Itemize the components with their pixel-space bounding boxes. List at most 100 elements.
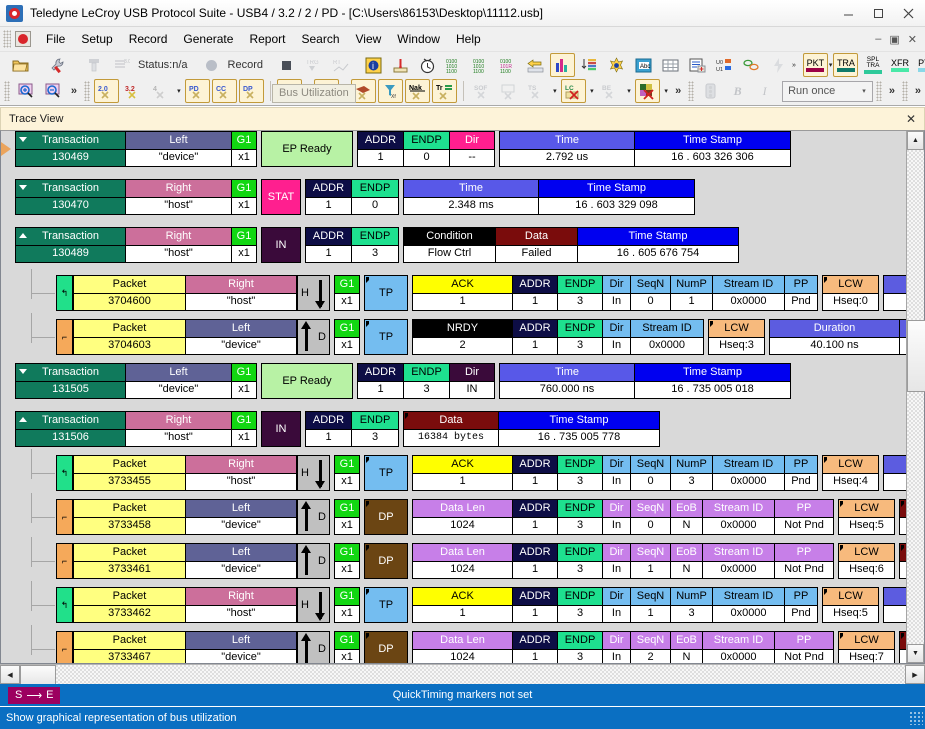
field-group[interactable]: 102 xyxy=(899,499,906,535)
field-group[interactable]: Time Time Stamp 760.000 ns 16 . 735 005 018 xyxy=(499,363,791,399)
zoom-out-button[interactable] xyxy=(41,79,66,103)
xfr-view-button[interactable]: XFR xyxy=(887,53,912,77)
ptp-view-button[interactable]: PTP xyxy=(914,53,925,77)
field-group[interactable]: Condition Data Time Stamp Flow Ctrl Failed 16… xyxy=(403,227,739,263)
transaction-row[interactable]: Transaction Left G1 130469 "device" x1 EP Read… xyxy=(15,131,795,169)
text-view-button[interactable]: Abc xyxy=(631,53,656,77)
menu-grip[interactable] xyxy=(3,30,11,48)
hide-nak-button[interactable]: Nak xyxy=(404,79,430,103)
packet-identity-block[interactable]: Packet Left 3733458 "device" xyxy=(73,499,297,535)
toolbar-grip-8[interactable] xyxy=(902,81,908,101)
horizontal-scroll-track[interactable] xyxy=(20,665,905,686)
record-button[interactable] xyxy=(199,53,224,77)
filter-usb4-button[interactable]: 4 xyxy=(148,79,173,103)
field-group[interactable]: ADDR ENDP Dir 1 0 -- xyxy=(357,131,495,167)
toolbar-overflow-4[interactable]: » xyxy=(911,85,925,97)
bus-utilization-button[interactable] xyxy=(550,53,576,77)
field-group[interactable]: 102 xyxy=(899,631,906,663)
wrench-settings-button[interactable] xyxy=(45,53,70,77)
binary-view-button[interactable]: 0100 1010 1100 xyxy=(442,53,467,77)
toolbar-overflow-2[interactable]: » xyxy=(671,85,685,97)
transaction-identity-block[interactable]: Transaction Right G1 130470 "host" x1 xyxy=(15,179,257,215)
scroll-up-button[interactable]: ▲ xyxy=(907,131,924,150)
data-levels-button[interactable] xyxy=(577,53,602,77)
vertical-scroll-track[interactable] xyxy=(907,150,925,644)
realtime-button[interactable]: RT xyxy=(328,53,353,77)
menu-help[interactable]: Help xyxy=(448,29,489,49)
packet-identity-block[interactable]: Packet Left 3733461 "device" xyxy=(73,543,297,579)
packet-identity-block[interactable]: Packet Left 3704603 "device" xyxy=(73,319,297,355)
menu-record[interactable]: Record xyxy=(121,29,176,49)
menu-window[interactable]: Window xyxy=(389,29,448,49)
toolbar-overflow-3[interactable]: » xyxy=(885,85,899,97)
field-group[interactable]: ACK ADDR ENDP Dir SeqN NumP Stream ID PP 1 1 3 In 0 3… xyxy=(412,455,818,491)
trace-rows-container[interactable]: Transaction Left G1 130469 "device" x1 EP Read… xyxy=(1,131,906,663)
field-group[interactable]: LCW Hseq:5 xyxy=(838,499,895,535)
italic-button[interactable]: I xyxy=(752,79,777,103)
filter-dp-button[interactable]: DP xyxy=(238,79,264,103)
menu-generate[interactable]: Generate xyxy=(175,29,241,49)
field-group[interactable]: ACK ADDR ENDP Dir SeqN NumP Stream ID PP 1 1 3 In 1 3… xyxy=(412,587,818,623)
binary-decode-button[interactable]: 0100 101R 1100 xyxy=(496,53,521,77)
field-group[interactable]: LCW Hseq:7 xyxy=(838,631,895,663)
stop-button[interactable] xyxy=(274,53,299,77)
filter-pd-button[interactable]: PD xyxy=(184,79,210,103)
power-button[interactable] xyxy=(766,53,791,77)
field-group[interactable]: LCW Hseq:6 xyxy=(838,543,895,579)
mdi-restore-button[interactable]: ▣ xyxy=(885,33,903,46)
field-group[interactable]: Time Time Stamp 2.348 ms 16 . 603 329 098 xyxy=(403,179,695,215)
vertical-scroll-thumb[interactable] xyxy=(907,320,925,392)
menu-view[interactable]: View xyxy=(348,29,390,49)
error-marker-button[interactable] xyxy=(388,53,413,77)
run-mode-select[interactable]: Run once ▾ xyxy=(782,80,874,102)
field-group[interactable]: 4 xyxy=(883,455,906,491)
resize-grip[interactable] xyxy=(909,711,923,725)
trace-view-close-icon[interactable]: ✕ xyxy=(902,112,920,126)
filter-usb4-dropdown[interactable]: ▾ xyxy=(174,80,184,102)
power-dropdown[interactable]: » xyxy=(792,54,796,76)
zoom-in-button[interactable] xyxy=(14,79,39,103)
field-group[interactable]: Data Len ADDR ENDP Dir SeqN EoB Stream ID PP 102… xyxy=(412,499,834,535)
clock-button[interactable] xyxy=(415,53,440,77)
export-button[interactable] xyxy=(523,53,548,77)
filter-cc-button[interactable]: CC xyxy=(211,79,237,103)
hide-ts-dropdown[interactable]: ▾ xyxy=(550,80,560,102)
transaction-row[interactable]: Transaction Left G1 131505 "device" x1 EP Read… xyxy=(15,363,795,401)
packet-row[interactable]: ⌐ Packet Left 3733467 "device" D G1 x1 DP Data Le… xyxy=(56,631,906,663)
spec-view-button[interactable] xyxy=(604,53,629,77)
toolbar-grip-6[interactable] xyxy=(688,81,695,101)
packet-identity-block[interactable]: Packet Right 3733462 "host" xyxy=(73,587,297,623)
field-group[interactable]: LCW Hseq:4 xyxy=(822,455,879,491)
field-group[interactable]: ADDR ENDP 1 0 xyxy=(305,179,399,215)
field-group[interactable]: Data Len ADDR ENDP Dir SeqN EoB Stream ID PP 102… xyxy=(412,631,834,663)
toolbar-grip-7[interactable] xyxy=(876,81,882,101)
field-group[interactable]: LCW Hseq:5 xyxy=(822,587,879,623)
field-group[interactable]: LCW Hseq:0 xyxy=(822,275,879,311)
scroll-left-button[interactable]: ◀ xyxy=(0,665,20,684)
packet-row[interactable]: ⌐ Packet Left 3733461 "device" D G1 x1 DP Data Le… xyxy=(56,543,906,581)
close-button[interactable] xyxy=(893,2,923,24)
field-group[interactable]: LCW Hseq:3 xyxy=(708,319,765,355)
transaction-identity-block[interactable]: Transaction Left G1 131505 "device" x1 xyxy=(15,363,257,399)
hide-lc-button[interactable]: LC xyxy=(560,79,586,103)
transaction-row[interactable]: Transaction Right G1 130470 "host" x1 STAT ADDR… xyxy=(15,179,699,217)
field-group[interactable]: ADDR ENDP 1 3 xyxy=(305,411,399,447)
filter-usb20-button[interactable]: 2.0 xyxy=(93,79,119,103)
field-group[interactable]: ACK ADDR ENDP Dir SeqN NumP Stream ID PP 1 1 3 In 0 1… xyxy=(412,275,818,311)
menu-setup[interactable]: Setup xyxy=(73,29,120,49)
info-view-button[interactable]: i xyxy=(361,53,386,77)
field-group[interactable]: Data Len ADDR ENDP Dir SeqN EoB Stream ID PP 102… xyxy=(412,543,834,579)
field-group[interactable]: Data Time Stamp 16384 bytes 16 . 735 005 77… xyxy=(403,411,660,447)
field-group[interactable]: Time Time Stamp 2.792 us 16 . 603 326 306 xyxy=(499,131,791,167)
horizontal-scroll-thumb[interactable] xyxy=(20,665,56,686)
speed-select-button[interactable]: 3.0 xyxy=(109,53,134,77)
hide-tr-button[interactable]: Tr xyxy=(431,79,457,103)
menu-search[interactable]: Search xyxy=(293,29,347,49)
field-group[interactable]: NRDY ADDR ENDP Dir Stream ID 2 1 3 In 0x0000 xyxy=(412,319,704,355)
packet-row[interactable]: ⌐ Packet Left 3704603 "device" D G1 x1 TP NRDY ADD… xyxy=(56,319,906,357)
tra-view-button[interactable]: TRA xyxy=(833,53,859,77)
binary-raw-button[interactable]: 0100 1010 1100 xyxy=(469,53,494,77)
color-filter-dropdown[interactable]: ▾ xyxy=(661,80,671,102)
link-tracker-button[interactable] xyxy=(739,53,764,77)
bold-button[interactable]: B xyxy=(725,79,750,103)
